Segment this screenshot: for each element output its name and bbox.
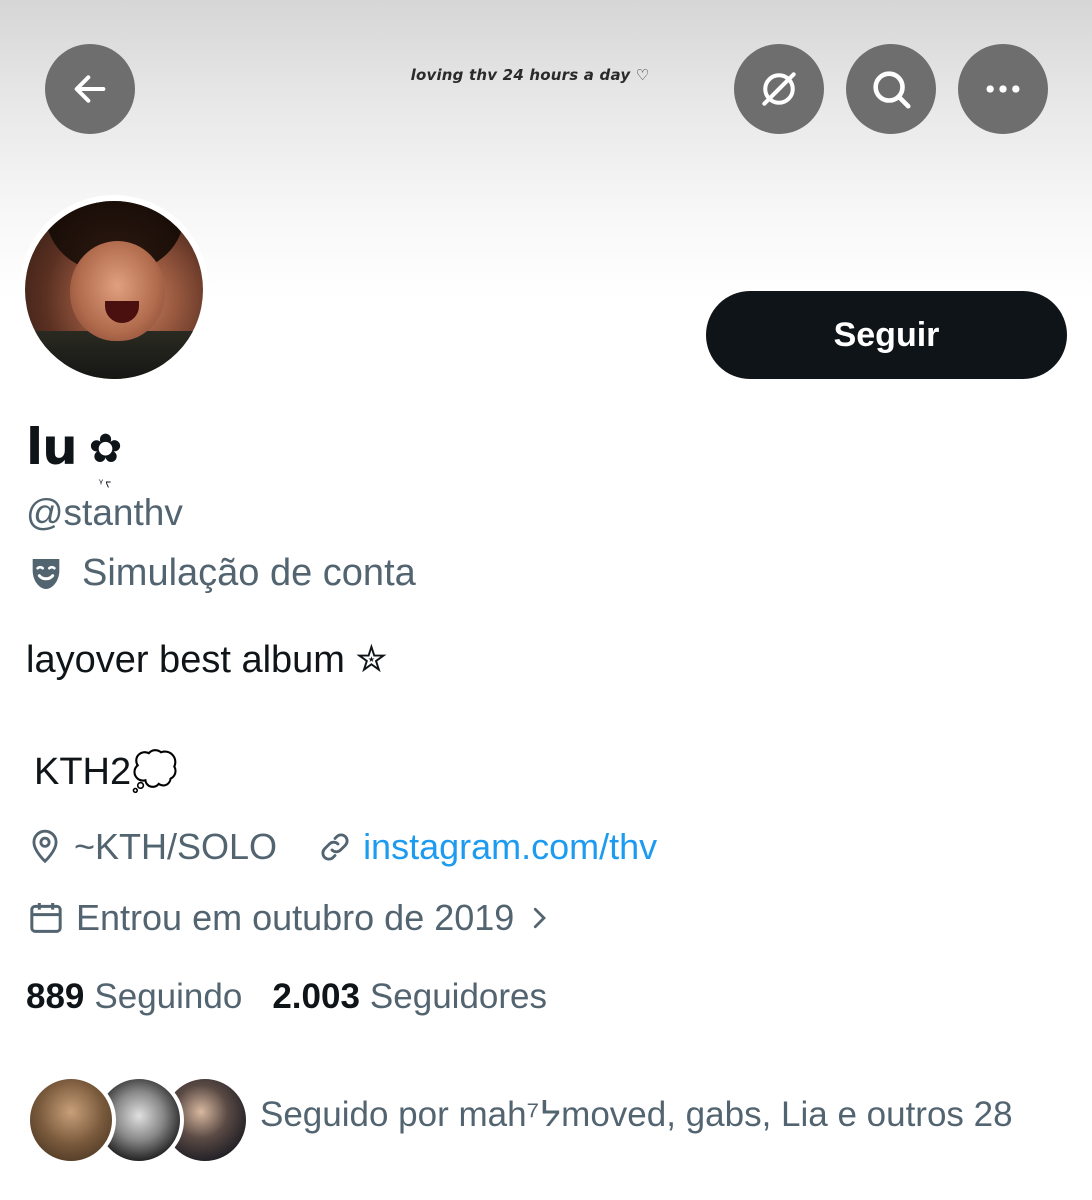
arrow-left-icon xyxy=(74,75,106,103)
more-horizontal-icon xyxy=(986,85,1020,93)
handle: @stanthv xyxy=(26,492,183,533)
link-icon xyxy=(321,833,349,861)
website-text[interactable]: instagram.com/thv xyxy=(363,826,657,868)
back-button[interactable] xyxy=(45,44,135,134)
followed-by-row[interactable]: Seguido por mah⁷ᔭmoved, gabs, Lia e outr… xyxy=(26,1075,1086,1165)
display-name-text: lu xyxy=(26,418,78,476)
location-pin-icon xyxy=(32,829,58,864)
following-label: Seguindo xyxy=(94,977,243,1016)
flower-glyph: ✿ xyxy=(88,426,123,472)
followers-count: 2.003 xyxy=(272,977,360,1016)
bio-line-1: layover best album ✮ xyxy=(26,639,388,681)
grok-icon xyxy=(762,72,796,106)
joined-text: Entrou em outubro de 2019 xyxy=(76,897,515,938)
chevron-right-icon xyxy=(534,907,547,929)
location-text: ~KTH/SOLO xyxy=(74,826,278,867)
follow-button[interactable]: Seguir xyxy=(706,291,1067,379)
followed-by-text: Seguido por mah⁷ᔭmoved, gabs, Lia e outr… xyxy=(260,1095,1013,1134)
search-button[interactable] xyxy=(846,44,936,134)
theater-mask-icon xyxy=(32,558,60,589)
location-link-row: ~KTH/SOLO instagram.com/thv xyxy=(26,826,657,868)
more-button[interactable] xyxy=(958,44,1048,134)
website-link[interactable]: instagram.com/thv xyxy=(317,826,657,868)
joined-row[interactable]: Entrou em outubro de 2019 xyxy=(26,897,564,939)
follow-stats: 889 Seguindo 2.003 Seguidores xyxy=(26,977,547,1017)
followers-stat[interactable]: 2.003 Seguidores xyxy=(272,977,547,1017)
avatar[interactable] xyxy=(19,195,209,385)
following-stat[interactable]: 889 Seguindo xyxy=(26,977,242,1017)
parody-label: Simulação de conta xyxy=(82,552,416,594)
calendar-icon xyxy=(30,903,62,933)
avatar-image xyxy=(25,201,203,379)
grok-button[interactable] xyxy=(734,44,824,134)
bio-line-2: KTH2💭 xyxy=(34,751,179,793)
flower-subscript: ᵞᡪ xyxy=(98,476,112,490)
follower-avatar xyxy=(26,1075,116,1165)
following-count: 889 xyxy=(26,977,85,1016)
flower-decoration: ✿ ᵞᡪ xyxy=(88,426,123,490)
followers-label: Seguidores xyxy=(369,977,547,1016)
parody-label-row[interactable]: Simulação de conta xyxy=(26,552,416,595)
search-icon xyxy=(873,71,911,109)
display-name: lu ✿ ᵞᡪ xyxy=(26,418,123,490)
